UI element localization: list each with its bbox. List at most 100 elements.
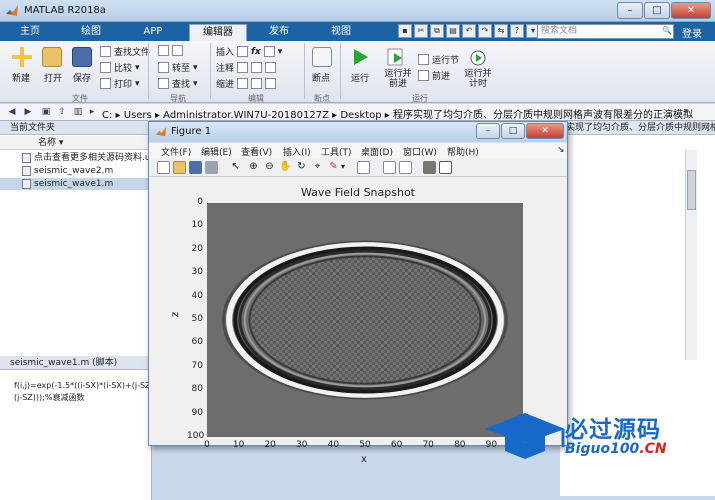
figure-close-button[interactable]: ✕ <box>526 123 564 139</box>
run-and-advance-icon[interactable] <box>386 47 406 67</box>
forward-arrow-icon[interactable]: ▶ <box>22 106 34 118</box>
save-quick-icon[interactable]: ▪ <box>398 24 412 38</box>
menu-insert[interactable]: 插入(I) <box>283 145 311 158</box>
help-quick-icon[interactable]: ? <box>510 24 524 38</box>
figure-minimize-button[interactable]: – <box>476 123 500 139</box>
run-icon[interactable] <box>350 47 370 67</box>
find-button[interactable]: 查找 <box>172 77 190 90</box>
save-button[interactable]: 保存 <box>73 71 91 84</box>
run-and-time-icon[interactable] <box>468 47 488 67</box>
breakpoints-button[interactable]: 断点 <box>312 71 330 84</box>
search-icon[interactable]: 🔍 <box>662 26 672 35</box>
menu-tools[interactable]: 工具(T) <box>321 145 352 158</box>
zoom-in-icon[interactable]: ⊕ <box>247 161 260 174</box>
print-button[interactable]: 打印 <box>114 77 132 90</box>
print-figure-icon[interactable] <box>205 161 218 174</box>
show-plot-tools-icon[interactable] <box>439 161 452 174</box>
advance-button[interactable]: 前进 <box>432 69 450 82</box>
hide-plot-tools-icon[interactable] <box>423 161 436 174</box>
tab-home[interactable]: 主页 <box>6 24 54 41</box>
paste-quick-icon[interactable]: ▤ <box>446 24 460 38</box>
close-button[interactable]: ✕ <box>671 2 711 19</box>
run-section-button[interactable]: 运行节 <box>432 53 459 66</box>
folder-icon[interactable]: ▣ <box>40 106 52 118</box>
address-path[interactable]: C: ▸ Users ▸ Administrator.WIN7U-2018012… <box>102 106 693 121</box>
compare-button[interactable]: 比较 <box>114 61 132 74</box>
search-documentation-input[interactable]: 搜索文档 <box>537 24 674 39</box>
menu-view[interactable]: 查看(V) <box>241 145 272 158</box>
wrap-comment-icon[interactable] <box>265 62 277 73</box>
tab-apps[interactable]: APP <box>126 24 180 41</box>
login-link[interactable]: 登录 <box>682 25 702 40</box>
run-and-advance-button[interactable]: 运行并前进 <box>383 69 413 89</box>
figure-maximize-button[interactable]: □ <box>501 123 525 139</box>
insert-button[interactable]: 插入 <box>216 45 234 58</box>
insert-colorbar-icon[interactable] <box>383 161 396 174</box>
back-arrow-icon[interactable]: ◀ <box>6 106 18 118</box>
path-segment[interactable]: 程序实现了均匀介质、分层介质中规则网格声波有限差分的正演模拟 <box>393 110 693 121</box>
rotate-3d-icon[interactable]: ↻ <box>295 161 308 174</box>
open-button[interactable]: 打开 <box>44 71 62 84</box>
menu-edit[interactable]: 编辑(E) <box>201 145 232 158</box>
pan-hand-icon[interactable]: ✋ <box>279 161 292 174</box>
go-back-icon[interactable] <box>158 45 169 56</box>
go-forward-icon[interactable] <box>172 45 183 56</box>
comment-icon[interactable] <box>237 62 249 73</box>
goto-button[interactable]: 转至 <box>172 61 190 74</box>
menu-file[interactable]: 文件(F) <box>161 145 191 158</box>
menu-desktop[interactable]: 桌面(D) <box>361 145 393 158</box>
decrease-indent-icon[interactable] <box>265 78 277 89</box>
indent-button[interactable]: 缩进 <box>216 77 234 90</box>
new-figure-icon[interactable] <box>157 161 170 174</box>
new-icon[interactable] <box>12 47 32 67</box>
save-icon[interactable] <box>72 47 92 67</box>
brush-icon[interactable]: ✎ <box>327 161 340 174</box>
name-column-header[interactable]: 名称 ▾ <box>0 136 152 150</box>
menu-dock-arrow-icon[interactable]: ↘ <box>557 145 565 155</box>
new-button[interactable]: 新建 <box>12 71 30 84</box>
insert-more-icon[interactable] <box>263 46 275 57</box>
data-cursor-icon[interactable]: ⌖ <box>311 161 324 174</box>
run-and-time-button[interactable]: 运行并计时 <box>462 69 494 89</box>
fx-button[interactable]: fx <box>251 47 261 57</box>
menu-window[interactable]: 窗口(W) <box>403 145 437 158</box>
address-dropdown-icon[interactable]: ▾ <box>680 106 692 118</box>
zoom-out-icon[interactable]: ⊖ <box>263 161 276 174</box>
link-plot-icon[interactable] <box>357 161 370 174</box>
up-folder-icon[interactable]: ⇧ <box>56 106 68 118</box>
uncomment-icon[interactable] <box>251 62 263 73</box>
brush-dropdown-icon[interactable]: ▾ <box>341 161 354 174</box>
increase-indent-icon[interactable] <box>251 78 263 89</box>
path-segment[interactable]: Administrator.WIN7U-20180127Z <box>163 110 329 121</box>
comment-button[interactable]: 注释 <box>216 61 234 74</box>
file-item[interactable]: seismic_wave2.m <box>0 165 152 177</box>
smart-indent-icon[interactable] <box>237 78 249 89</box>
path-segment[interactable]: Users <box>124 110 152 121</box>
undo-quick-icon[interactable]: ↶ <box>462 24 476 38</box>
copy-quick-icon[interactable]: ⧉ <box>430 24 444 38</box>
save-figure-icon[interactable] <box>189 161 202 174</box>
tab-plots[interactable]: 绘图 <box>64 24 118 41</box>
path-segment[interactable]: Desktop <box>340 110 381 121</box>
select-arrow-icon[interactable]: ↖ <box>229 161 242 174</box>
find-files-button[interactable]: 查找文件 <box>114 45 150 58</box>
cut-quick-icon[interactable]: ✂ <box>414 24 428 38</box>
run-button[interactable]: 运行 <box>351 71 369 84</box>
breakpoints-icon[interactable] <box>312 47 332 67</box>
tab-view[interactable]: 视图 <box>314 24 368 41</box>
redo-quick-icon[interactable]: ↷ <box>478 24 492 38</box>
minimize-button[interactable]: – <box>617 2 643 19</box>
switch-windows-icon[interactable]: ⇆ <box>494 24 508 38</box>
browse-icon[interactable]: ▥ <box>72 106 84 118</box>
insert-legend-icon[interactable] <box>399 161 412 174</box>
menu-help[interactable]: 帮助(H) <box>447 145 479 158</box>
tab-publish[interactable]: 发布 <box>252 24 306 41</box>
path-segment[interactable]: C: <box>102 110 112 121</box>
editor-scrollbar[interactable] <box>685 150 697 360</box>
open-file-icon[interactable] <box>173 161 186 174</box>
open-folder-icon[interactable] <box>42 47 62 67</box>
maximize-button[interactable]: □ <box>644 2 670 19</box>
tab-editor[interactable]: 编辑器 <box>189 24 247 41</box>
file-item-selected[interactable]: seismic_wave1.m <box>0 178 152 190</box>
file-item[interactable]: 点击查看更多相关源码资料.url <box>0 152 152 164</box>
